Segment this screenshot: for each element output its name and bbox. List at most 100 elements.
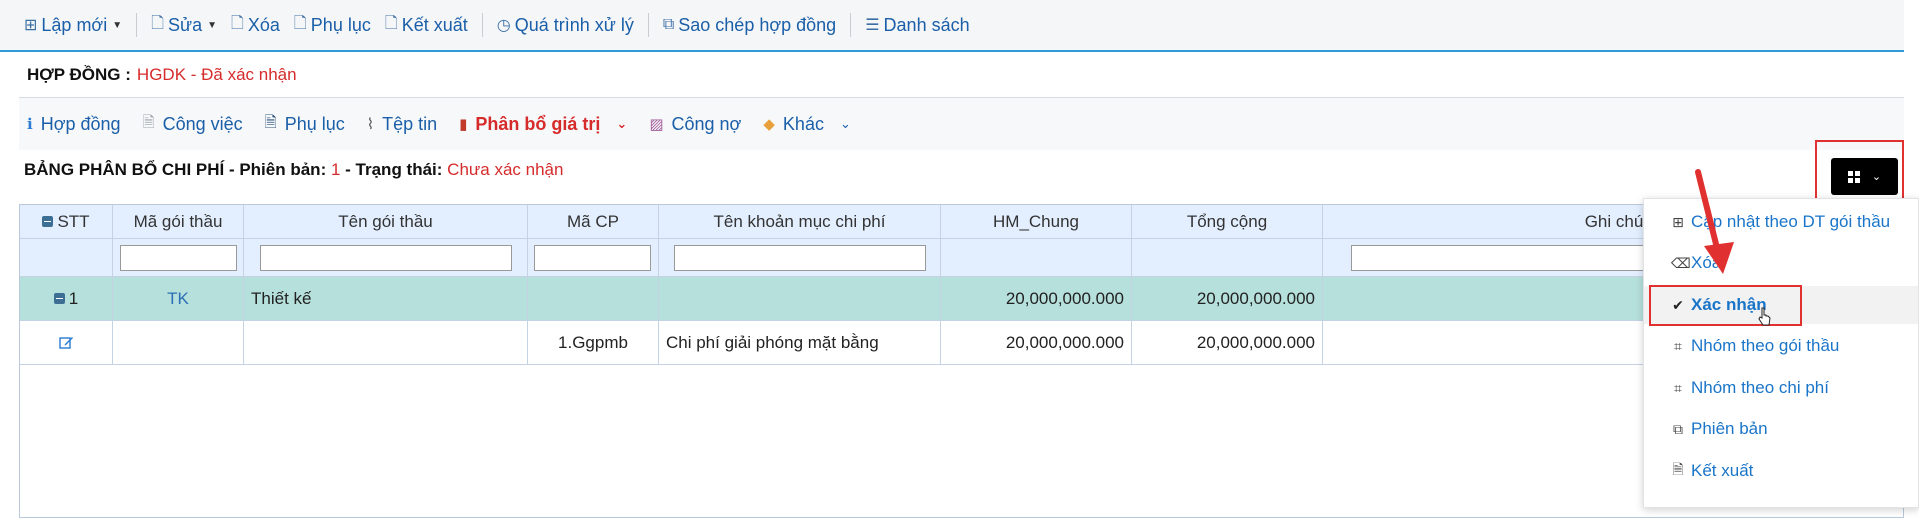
- col-stt-label: STT: [57, 212, 90, 231]
- menu-item-version[interactable]: ⧉ Phiên bản: [1644, 410, 1918, 448]
- list-icon: ☰: [865, 17, 880, 34]
- tab-appendix[interactable]: 🗎 Phụ lục: [265, 112, 345, 137]
- menu-item-label: Phiên bản: [1691, 419, 1768, 438]
- edit-button-label: Sửa: [168, 14, 203, 35]
- grid-actions-menu: ⊞ Cập nhật theo DT gói thầu ⌫ Xóa ✔ Xác …: [1643, 198, 1919, 508]
- collapse-all-icon[interactable]: [42, 216, 54, 227]
- filter-cost-code-input[interactable]: [534, 245, 651, 271]
- crop-icon: ⌗: [1674, 337, 1682, 354]
- chevron-down-icon: ⌄: [839, 116, 851, 131]
- menu-item-export[interactable]: 🗎 Kết xuất: [1644, 452, 1918, 490]
- tab-value-allocation[interactable]: ▮ Phân bổ giá trị ⌄: [459, 114, 627, 135]
- chevron-down-icon: ⌄: [1871, 171, 1882, 183]
- col-total[interactable]: Tổng cộng: [1132, 205, 1323, 239]
- table-status: Chưa xác nhận: [447, 160, 564, 179]
- tab-files[interactable]: ⌇ Tệp tin: [367, 114, 437, 135]
- col-stt[interactable]: STT: [20, 205, 113, 239]
- tab-debt-label: Công nợ: [671, 113, 742, 134]
- edit-icon[interactable]: [58, 335, 74, 350]
- col-package-code[interactable]: Mã gói thầu: [113, 205, 244, 239]
- row-cost-item: [659, 277, 941, 320]
- tab-contract-label: Hợp đồng: [40, 113, 121, 134]
- caret-down-icon: ▼: [207, 19, 218, 31]
- list-button[interactable]: ☰ Danh sách: [865, 15, 969, 36]
- attachment-doc-icon: 🗋: [293, 14, 307, 32]
- new-button[interactable]: ⊞ Lập mới ▼: [24, 15, 122, 36]
- package-code-link[interactable]: TK: [167, 289, 189, 309]
- edit-button[interactable]: 🗋 Sửa ▼: [151, 12, 217, 39]
- filter-cost-item-input[interactable]: [674, 245, 926, 271]
- row-edit: [20, 321, 113, 364]
- appendix-button[interactable]: 🗋 Phụ lục: [294, 12, 371, 39]
- menu-item-update-by-package[interactable]: ⊞ Cập nhật theo DT gói thầu: [1644, 203, 1918, 241]
- main-toolbar: ⊞ Lập mới ▼ 🗋 Sửa ▼ 🗋 Xóa 🗋 Phụ lục 🗋 Kế…: [0, 0, 1904, 52]
- contract-status: HGDK - Đã xác nhận: [136, 64, 297, 84]
- delete-doc-icon: 🗋: [231, 14, 244, 32]
- toolbar-divider: [850, 13, 852, 37]
- menu-item-group-by-package[interactable]: ⌗ Nhóm theo gói thầu: [1644, 327, 1918, 365]
- tab-files-label: Tệp tin: [382, 113, 438, 134]
- col-hm-chung[interactable]: HM_Chung: [941, 205, 1132, 239]
- copy-contract-button-label: Sao chép hợp đồng: [678, 14, 837, 35]
- tab-value-allocation-label: Phân bổ giá trị: [475, 113, 601, 134]
- history-icon: ◷: [496, 17, 511, 34]
- appendix-button-label: Phụ lục: [310, 14, 371, 35]
- chevron-down-icon: ⌄: [616, 116, 628, 131]
- table-row[interactable]: 1.Ggpmb Chi phí giải phóng mặt bằng 20,0…: [20, 321, 1903, 365]
- filter-cell-total: [1132, 239, 1323, 277]
- contract-header: HỢP ĐỒNG : HGDK - Đã xác nhận: [19, 52, 1904, 98]
- col-cost-code[interactable]: Mã CP: [528, 205, 659, 239]
- tab-other[interactable]: ◆ Khác ⌄: [763, 114, 850, 135]
- collapse-group-icon[interactable]: [53, 293, 65, 304]
- col-cost-item-name[interactable]: Tên khoản mục chi phí: [659, 205, 941, 239]
- col-package-name[interactable]: Tên gói thầu: [244, 205, 528, 239]
- export-button-label: Kết xuất: [401, 14, 468, 35]
- highlight-frame: [1649, 285, 1802, 326]
- filter-note-input[interactable]: [1351, 245, 1681, 271]
- contract-label: HỢP ĐỒNG :: [27, 64, 131, 84]
- red-arrow-icon: [1695, 169, 1734, 274]
- plus-box-icon: ⊞: [1672, 213, 1684, 230]
- table-row[interactable]: 1 TK Thiết kế 20,000,000.000 20,000,000.…: [20, 277, 1903, 321]
- tab-tasks[interactable]: 🗎 Công việc: [143, 112, 243, 137]
- paperclip-icon: ⌇: [366, 116, 375, 133]
- row-package-name: [244, 321, 528, 364]
- row-total: 20,000,000.000: [1132, 277, 1323, 320]
- copy-icon: ⧉: [662, 16, 675, 33]
- row-cost-code: 1.Ggpmb: [528, 321, 659, 364]
- filter-cell-package-code: [113, 239, 244, 277]
- export-button[interactable]: 🗋 Kết xuất: [385, 12, 468, 39]
- document-icon: 🗎: [142, 113, 155, 131]
- copy-contract-button[interactable]: ⧉ Sao chép hợp đồng: [663, 15, 836, 36]
- tab-contract[interactable]: ℹ Hợp đồng: [27, 114, 121, 135]
- tab-bar: ℹ Hợp đồng 🗎 Công việc 🗎 Phụ lục ⌇ Tệp t…: [19, 98, 1904, 150]
- allocation-grid: STT Mã gói thầu Tên gói thầu Mã CP Tên k…: [19, 204, 1904, 518]
- history-button[interactable]: ◷ Quá trình xử lý: [497, 15, 634, 36]
- delete-button[interactable]: 🗋 Xóa: [231, 12, 280, 39]
- bar-chart-icon: ▮: [459, 116, 468, 133]
- menu-item-delete[interactable]: ⌫ Xóa: [1644, 244, 1918, 282]
- filter-package-name-input[interactable]: [260, 245, 512, 271]
- tag-icon: ◆: [763, 116, 775, 133]
- tab-debt[interactable]: ▨ Công nợ: [649, 114, 741, 135]
- row-hm-chung: 20,000,000.000: [941, 321, 1132, 364]
- grid-header: STT Mã gói thầu Tên gói thầu Mã CP Tên k…: [20, 205, 1903, 239]
- filter-cell-stt: [20, 239, 113, 277]
- row-cost-code: [528, 277, 659, 320]
- backspace-icon: ⌫: [1671, 254, 1691, 271]
- menu-item-label: Nhóm theo gói thầu: [1691, 336, 1840, 355]
- grid-actions-button[interactable]: ⌄: [1831, 158, 1898, 195]
- crop-icon: ⌗: [1674, 379, 1682, 396]
- grid-icon: [1847, 170, 1860, 183]
- filter-cell-package-name: [244, 239, 528, 277]
- row-hm-chung: 20,000,000.000: [941, 277, 1132, 320]
- tab-other-label: Khác: [782, 113, 824, 134]
- plus-square-icon: ⊞: [24, 17, 38, 34]
- info-icon: ℹ: [27, 116, 33, 133]
- filter-package-code-input[interactable]: [120, 245, 237, 271]
- menu-item-group-by-cost[interactable]: ⌗ Nhóm theo chi phí: [1644, 369, 1918, 407]
- menu-item-label: Kết xuất: [1691, 461, 1754, 480]
- toolbar-divider: [647, 13, 649, 37]
- grid-filter-row: [20, 239, 1903, 277]
- toolbar-divider: [136, 13, 138, 37]
